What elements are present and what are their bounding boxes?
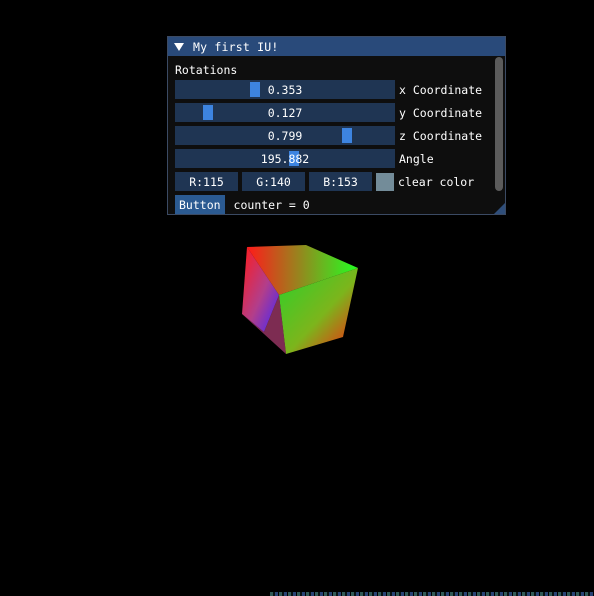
slider-row-y: 0.127 y Coordinate [175,103,482,122]
color-swatch[interactable] [376,172,394,191]
angle-slider[interactable]: 195.882 [175,149,395,168]
red-field[interactable]: R:115 [175,172,238,191]
rgb-cube [242,245,358,354]
partial-overlay-strip [270,592,594,596]
scrollbar-thumb[interactable] [495,57,503,191]
slider-label: x Coordinate [399,82,483,97]
green-field[interactable]: G:140 [242,172,305,191]
slider-label: z Coordinate [399,128,483,143]
section-label-rotations: Rotations [175,61,237,78]
vertical-scrollbar[interactable] [495,57,503,211]
counter-text: counter = 0 [233,197,310,212]
resize-grip-icon[interactable] [494,203,505,214]
slider-row-angle: 195.882 Angle [175,149,434,168]
slider-value: 195.882 [260,151,310,166]
button-row: Button counter = 0 [175,195,310,214]
slider-row-x: 0.353 x Coordinate [175,80,482,99]
z-coordinate-slider[interactable]: 0.799 [175,126,395,145]
imgui-window[interactable]: My first IU! Rotations 0.353 x Coordinat… [167,36,506,215]
window-title: My first IU! [193,39,279,54]
rotations-label: Rotations [175,62,238,77]
color-fields: R:115 G:140 B:153 [175,172,372,191]
clear-color-row: R:115 G:140 B:153 clear color [175,172,474,191]
window-titlebar[interactable]: My first IU! [168,37,505,56]
slider-label: Angle [399,151,434,166]
slider-value: 0.799 [267,128,303,143]
slider-value: 0.353 [267,82,303,97]
slider-row-z: 0.799 z Coordinate [175,126,482,145]
clear-color-label: clear color [398,174,475,189]
blue-field[interactable]: B:153 [309,172,372,191]
main-button[interactable]: Button [175,195,225,214]
slider-value: 0.127 [267,105,303,120]
slider-label: y Coordinate [399,105,483,120]
x-coordinate-slider[interactable]: 0.353 [175,80,395,99]
collapse-arrow-icon[interactable] [174,43,184,51]
y-coordinate-slider[interactable]: 0.127 [175,103,395,122]
